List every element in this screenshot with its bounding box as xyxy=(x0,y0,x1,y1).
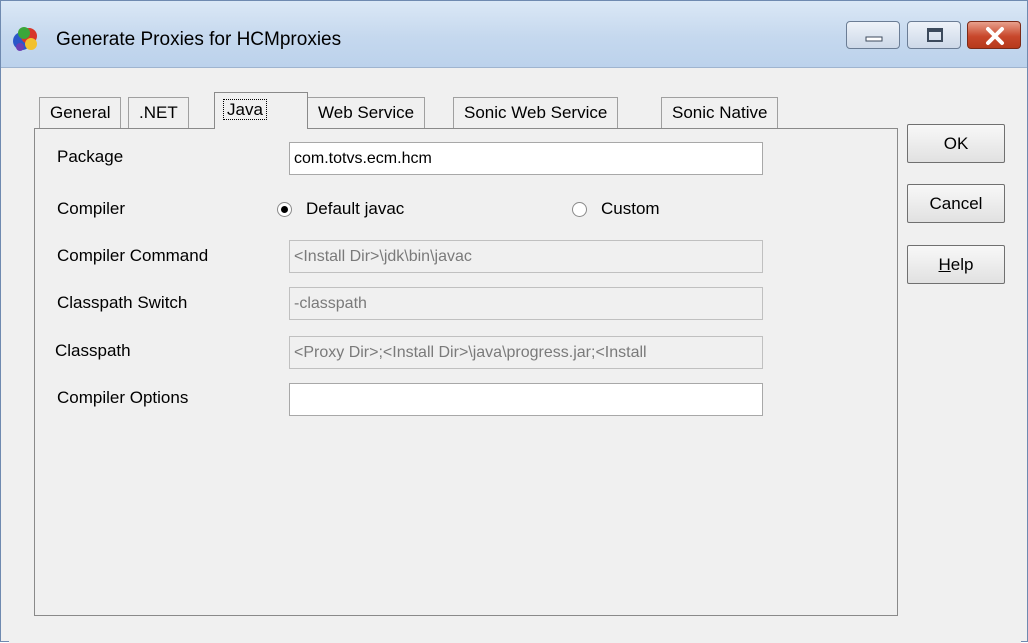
tab-label: Sonic Native xyxy=(672,103,768,122)
radio-button-unselected[interactable] xyxy=(572,202,587,218)
java-tab-panel: Package com.totvs.ecm.hcm Compiler Defau… xyxy=(34,128,898,616)
help-button[interactable]: Help xyxy=(907,245,1005,284)
maximize-icon xyxy=(927,28,943,42)
classpath-switch-field: -classpath xyxy=(289,287,763,320)
compiler-label: Compiler xyxy=(57,199,126,218)
tab-label: Web Service xyxy=(318,103,415,122)
radio-default-javac[interactable]: Default javac xyxy=(277,199,404,219)
classpath-field: <Proxy Dir>;<Install Dir>\java\progress.… xyxy=(289,336,763,369)
tab-dotnet[interactable]: .NET xyxy=(128,97,189,128)
tab-general[interactable]: General xyxy=(39,97,122,128)
close-button[interactable] xyxy=(967,21,1021,49)
compiler-options-field[interactable] xyxy=(289,383,763,416)
compiler-command-label: Compiler Command xyxy=(57,246,209,265)
maximize-button[interactable] xyxy=(907,21,961,49)
ok-button[interactable]: OK xyxy=(907,124,1005,163)
cancel-button[interactable]: Cancel xyxy=(907,184,1005,223)
tab-label: .NET xyxy=(139,103,178,122)
help-button-label: Help xyxy=(938,255,974,274)
radio-button-selected[interactable] xyxy=(277,202,292,218)
radio-default-label: Default javac xyxy=(306,199,405,218)
package-field[interactable]: com.totvs.ecm.hcm xyxy=(289,142,763,175)
tab-label: Java xyxy=(223,99,267,120)
radio-custom-label: Custom xyxy=(601,199,660,218)
tab-sonic-web-service[interactable]: Sonic Web Service xyxy=(453,97,619,128)
proxy-generator-icon xyxy=(13,27,37,51)
package-label: Package xyxy=(57,147,124,166)
minimize-button[interactable] xyxy=(846,21,900,49)
tab-java[interactable]: Java xyxy=(214,92,308,129)
compiler-options-label: Compiler Options xyxy=(57,388,189,407)
title-bar[interactable]: Generate Proxies for HCMproxies xyxy=(1,1,1027,68)
tab-label: General xyxy=(50,103,111,122)
compiler-command-field: <Install Dir>\jdk\bin\javac xyxy=(289,240,763,273)
classpath-switch-label: Classpath Switch xyxy=(57,293,188,312)
dialog-window: Generate Proxies for HCMproxies General … xyxy=(0,0,1028,643)
tab-sonic-native[interactable]: Sonic Native xyxy=(661,97,779,128)
radio-custom[interactable]: Custom xyxy=(572,199,660,219)
classpath-label: Classpath xyxy=(55,341,131,360)
tab-web-service[interactable]: Web Service xyxy=(307,97,426,128)
close-icon xyxy=(986,27,1004,45)
dialog-client-area: General .NET Java Web Service Sonic Web … xyxy=(9,68,1021,643)
window-title: Generate Proxies for HCMproxies xyxy=(56,29,342,50)
tab-label: Sonic Web Service xyxy=(464,103,608,122)
minimize-icon xyxy=(865,36,883,42)
